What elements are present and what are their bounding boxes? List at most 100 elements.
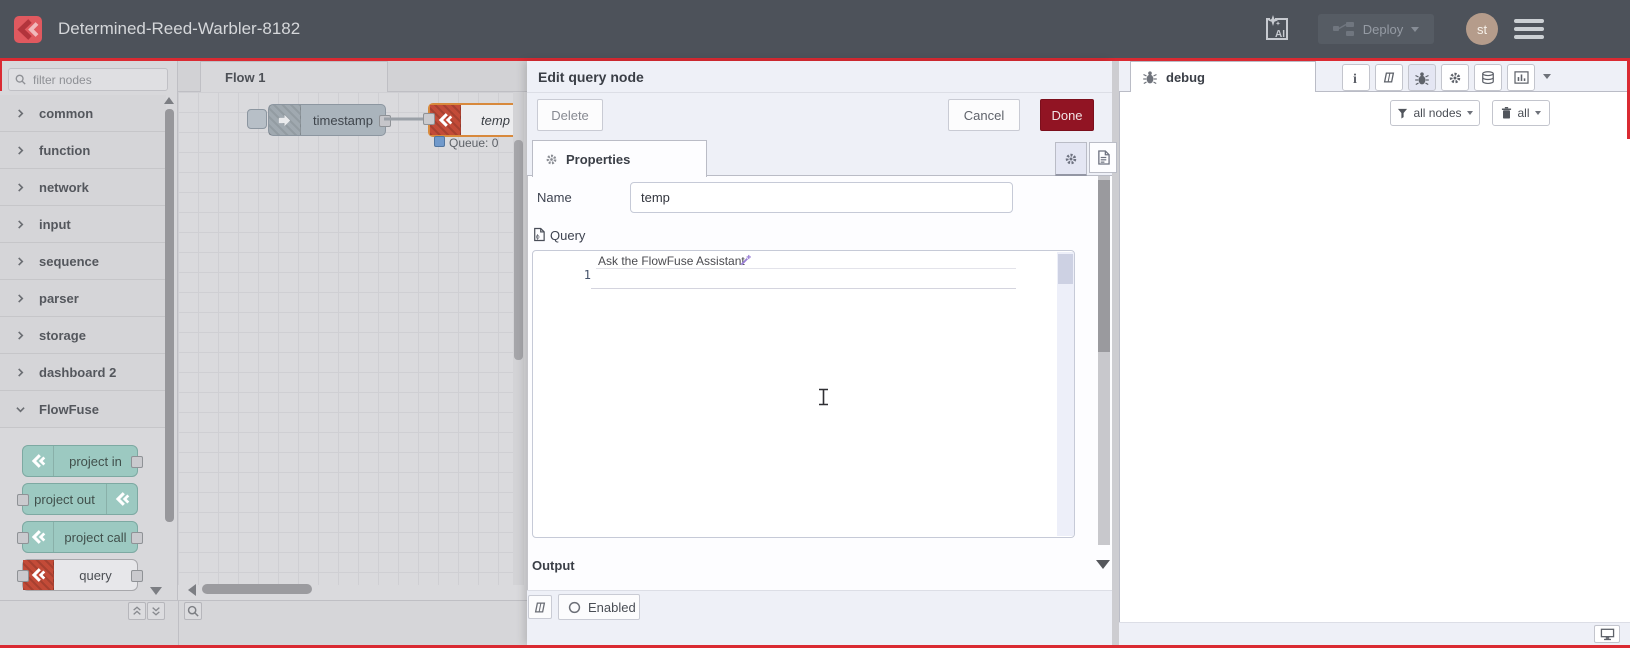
open-debug-window-button[interactable] xyxy=(1594,625,1620,643)
settings-button[interactable] xyxy=(1055,142,1087,176)
debug-tab-button-active[interactable] xyxy=(1408,64,1436,91)
palette-category-sequence[interactable]: sequence xyxy=(0,243,166,280)
palette-category-network[interactable]: network xyxy=(0,169,166,206)
query-node-selected[interactable]: temp xyxy=(423,103,513,137)
palette-node-project-in[interactable]: project in xyxy=(22,445,143,477)
output-port[interactable] xyxy=(131,570,143,582)
name-field[interactable] xyxy=(630,182,1013,213)
avatar[interactable]: st xyxy=(1466,13,1498,45)
svg-text:ϕ: ϕ xyxy=(536,233,540,240)
info-tab-button[interactable]: i xyxy=(1342,64,1370,91)
flowfuse-mark-icon xyxy=(23,446,54,476)
flow-tab[interactable]: Flow 1 xyxy=(200,61,388,92)
inject-node[interactable]: timestamp xyxy=(268,104,391,136)
left-accent-sliver xyxy=(0,61,2,91)
chevron-right-icon xyxy=(18,145,24,155)
chevron-right-icon xyxy=(18,330,24,340)
palette-filter[interactable] xyxy=(8,68,168,91)
info-icon: i xyxy=(1353,72,1357,85)
canvas-hscroll-thumb[interactable] xyxy=(202,584,312,594)
database-icon xyxy=(1482,70,1494,84)
footer-divider xyxy=(178,600,179,645)
caret-down-icon xyxy=(1534,111,1541,115)
output-port[interactable] xyxy=(131,456,143,468)
ai-assistant-icon[interactable]: AI xyxy=(1262,14,1292,44)
expand-all-button[interactable] xyxy=(147,602,165,620)
dashboard-tab-button[interactable] xyxy=(1507,64,1535,91)
palette-category-flowfuse[interactable]: FlowFuse xyxy=(0,391,166,428)
chevron-right-icon xyxy=(18,219,24,229)
palette-node-project-out[interactable]: project out xyxy=(17,483,138,515)
bug-icon xyxy=(1143,71,1157,84)
monitor-icon xyxy=(1600,628,1614,640)
library-button[interactable] xyxy=(528,595,552,619)
output-port[interactable] xyxy=(131,532,143,544)
flowfuse-logo-icon xyxy=(14,16,42,43)
search-flows-button[interactable] xyxy=(184,602,202,620)
input-port[interactable] xyxy=(17,494,29,506)
chevron-right-icon xyxy=(18,108,24,118)
tray-scrollbar-thumb[interactable] xyxy=(1098,180,1110,352)
palette-category-input[interactable]: input xyxy=(0,206,166,243)
assistant-wand-icon[interactable] xyxy=(739,254,752,267)
node-status: Queue: 0 xyxy=(449,136,499,150)
palette-scrollbar[interactable] xyxy=(165,109,174,522)
editor-scrollbar-track[interactable] xyxy=(1057,252,1074,536)
ibeam-cursor xyxy=(818,388,829,406)
enabled-toggle[interactable]: Enabled xyxy=(558,594,640,620)
bug-icon xyxy=(1415,71,1429,85)
palette-category-storage[interactable]: storage xyxy=(0,317,166,354)
palette-node-query[interactable]: query xyxy=(17,559,143,591)
chevron-down-icon xyxy=(16,406,25,412)
assistant-placeholder[interactable]: Ask the FlowFuse Assistant xyxy=(598,254,745,268)
input-port[interactable] xyxy=(423,113,435,125)
debug-clear-button[interactable]: all xyxy=(1492,100,1550,126)
palette-scroll-up-arrow[interactable] xyxy=(164,97,174,104)
input-port[interactable] xyxy=(17,570,29,582)
tray-scrollbar-track[interactable] xyxy=(1098,176,1110,545)
workspace-title: Determined-Reed-Warbler-8182 xyxy=(58,19,301,38)
cancel-button[interactable]: Cancel xyxy=(948,99,1020,131)
delete-button[interactable]: Delete xyxy=(537,99,603,131)
config-nodes-tab-button[interactable] xyxy=(1441,64,1469,91)
double-chevron-down-icon xyxy=(152,607,160,616)
tab-debug[interactable]: debug xyxy=(1130,61,1316,92)
canvas-vscroll-track[interactable] xyxy=(513,92,524,585)
collapse-all-button[interactable] xyxy=(128,602,146,620)
input-port[interactable] xyxy=(17,532,29,544)
palette-node-project-call[interactable]: project call xyxy=(17,521,143,553)
toggle-circle-icon xyxy=(568,601,581,613)
canvas-hscroll-left-arrow[interactable] xyxy=(188,584,196,596)
inject-button[interactable] xyxy=(247,109,267,129)
tab-properties[interactable]: Properties xyxy=(532,140,707,177)
caret-down-icon xyxy=(1466,111,1473,115)
canvas-vscroll-thumb[interactable] xyxy=(514,140,523,360)
palette-category-common[interactable]: common xyxy=(0,95,166,132)
palette-category-dashboard2[interactable]: dashboard 2 xyxy=(0,354,166,391)
deploy-label: Deploy xyxy=(1362,21,1404,37)
tray-button-row xyxy=(527,93,1112,138)
gear-icon xyxy=(1065,153,1077,164)
palette-category-function[interactable]: function xyxy=(0,132,166,169)
help-tab-button[interactable] xyxy=(1375,64,1403,91)
context-data-tab-button[interactable] xyxy=(1474,64,1502,91)
tray-scroll-down-arrow[interactable] xyxy=(1096,560,1110,569)
deploy-button[interactable]: Deploy xyxy=(1318,14,1434,44)
palette-scroll-down-arrow[interactable] xyxy=(150,587,162,595)
deploy-node-icon xyxy=(1332,22,1355,36)
book-icon xyxy=(534,601,546,613)
done-button[interactable]: Done xyxy=(1040,99,1094,131)
active-line-underline xyxy=(591,288,1016,289)
header: Determined-Reed-Warbler-8182 AI Deploy s… xyxy=(0,0,1630,58)
hamburger-menu-icon[interactable] xyxy=(1514,19,1544,39)
debug-filter-button[interactable]: all nodes xyxy=(1390,100,1480,126)
flow-canvas[interactable]: timestamp temp Queue: 0 xyxy=(178,92,513,585)
sidebar-menu-caret-icon[interactable] xyxy=(1543,74,1551,79)
debug-footer xyxy=(1119,622,1630,645)
palette-category-parser[interactable]: parser xyxy=(0,280,166,317)
query-code-editor[interactable]: 1 Ask the FlowFuse Assistant xyxy=(532,250,1075,538)
description-button[interactable] xyxy=(1089,142,1117,173)
deploy-caret-icon[interactable] xyxy=(1411,26,1420,32)
editor-scrollbar-thumb[interactable] xyxy=(1058,254,1073,284)
filter-nodes-input[interactable] xyxy=(31,71,155,88)
